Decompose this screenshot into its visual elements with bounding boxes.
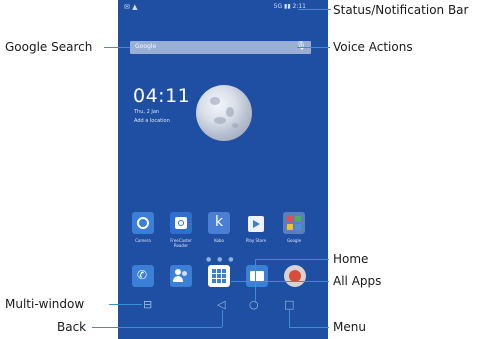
home-app-row: Camera FreeCaster Reader k Kobo Play Sto…: [132, 212, 317, 248]
label-menu: Menu: [333, 320, 366, 334]
callout-line-menu-v: [289, 310, 290, 327]
kobo-icon[interactable]: k: [208, 212, 230, 234]
callout-line-allapps: [231, 281, 329, 282]
app-label-play-store: Play Store: [245, 238, 267, 243]
callout-line-back-h: [92, 327, 222, 328]
contacts-icon[interactable]: [170, 265, 192, 287]
callout-line-home-h: [255, 259, 329, 260]
search-placeholder: Google: [135, 43, 157, 50]
clock-widget-date: Thu, 2 Jan: [134, 109, 160, 115]
label-home: Home: [333, 252, 369, 266]
callout-line-voice: [297, 47, 330, 48]
app-label-kobo: Kobo: [214, 238, 224, 243]
label-back: Back: [57, 320, 87, 334]
app-label-google: Google: [286, 238, 302, 243]
moon-weather-icon[interactable]: [196, 85, 252, 141]
callout-line-menu-h: [289, 327, 329, 328]
browser-icon[interactable]: [284, 265, 306, 287]
reader-icon[interactable]: [170, 212, 192, 234]
label-status-bar: Status/Notification Bar: [333, 3, 469, 17]
label-multi-window: Multi-window: [5, 297, 85, 311]
callout-line-back-v: [222, 310, 223, 327]
callout-line-search: [104, 47, 130, 48]
phone-icon[interactable]: ✆: [132, 265, 154, 287]
label-all-apps: All Apps: [333, 274, 382, 288]
microphone-icon[interactable]: 🎙: [296, 41, 306, 50]
app-label-reader: FreeCaster Reader: [170, 238, 192, 248]
camera-icon[interactable]: [132, 212, 154, 234]
callout-line-status: [298, 9, 331, 10]
google-search-bar[interactable]: [130, 41, 311, 54]
status-bar[interactable]: ✉ ▲ 5G ▮▮ 2:11: [118, 0, 328, 16]
google-folder-icon[interactable]: [283, 212, 305, 234]
all-apps-icon[interactable]: [208, 265, 230, 287]
notification-icons: ✉ ▲: [124, 3, 138, 11]
label-voice-actions: Voice Actions: [333, 40, 413, 54]
clock-widget-time[interactable]: 04:11: [133, 85, 190, 107]
page-indicator: ● ● ●: [206, 256, 236, 263]
callout-line-multiwindow: [109, 304, 142, 305]
play-store-icon[interactable]: [245, 212, 267, 234]
phone-screen: ✉ ▲ 5G ▮▮ 2:11 Google 🎙 04:11 Thu, 2 Jan…: [118, 0, 328, 339]
label-google-search: Google Search: [5, 40, 93, 54]
app-label-camera: Camera: [135, 238, 151, 243]
navigation-bar: ⊟ ◁ ○ □: [118, 298, 328, 339]
add-location-link[interactable]: Add a location: [134, 118, 170, 124]
messages-icon[interactable]: [246, 265, 268, 287]
home-icon[interactable]: ○: [249, 298, 259, 311]
multi-window-icon[interactable]: ⊟: [143, 298, 152, 311]
